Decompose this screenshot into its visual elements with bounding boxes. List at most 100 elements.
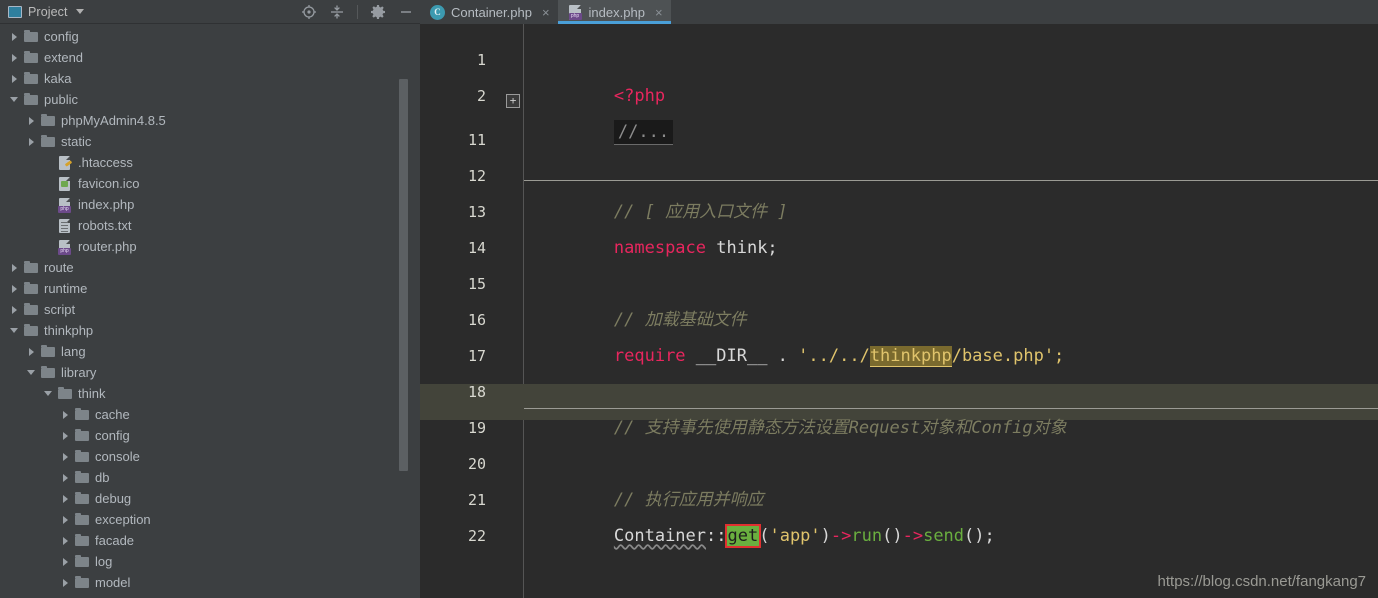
tree-item-index-php[interactable]: phpindex.php	[0, 194, 420, 215]
locate-target-icon[interactable]	[301, 4, 317, 20]
chevron-right-icon[interactable]	[59, 408, 72, 421]
tree-item-favicon-ico[interactable]: favicon.ico	[0, 173, 420, 194]
editor-tab-index-php[interactable]: phpindex.php×	[558, 0, 671, 24]
tree-spacer	[42, 198, 55, 211]
chevron-right-icon[interactable]	[59, 534, 72, 547]
code-line-2[interactable]: //...	[532, 78, 1378, 114]
code-line-15[interactable]: // 加载基础文件	[532, 266, 1378, 302]
tree-item-label: favicon.ico	[78, 176, 139, 191]
chevron-right-icon[interactable]	[59, 429, 72, 442]
chevron-right-icon[interactable]	[59, 576, 72, 589]
tree-item-kaka[interactable]: kaka	[0, 68, 420, 89]
project-title-group[interactable]: Project	[8, 5, 84, 19]
tree-item-debug[interactable]: debug	[0, 488, 420, 509]
tree-item-db[interactable]: db	[0, 467, 420, 488]
tree-item-think[interactable]: think	[0, 383, 420, 404]
tree-item-lang[interactable]: lang	[0, 341, 420, 362]
chevron-right-icon[interactable]	[59, 471, 72, 484]
project-file-tree[interactable]: configextendkakapublicphpMyAdmin4.8.5sta…	[0, 24, 420, 598]
tree-item-facade[interactable]: facade	[0, 530, 420, 551]
collapse-all-icon[interactable]	[329, 4, 345, 20]
tree-item-model[interactable]: model	[0, 572, 420, 593]
line-number: 18	[420, 374, 486, 410]
tree-item-library[interactable]: library	[0, 362, 420, 383]
code-line-20[interactable]: // 执行应用并响应	[532, 446, 1378, 482]
close-icon[interactable]: ×	[542, 5, 550, 20]
tree-item-route[interactable]: route	[0, 257, 420, 278]
chevron-right-icon[interactable]	[59, 450, 72, 463]
tree-spacer	[42, 240, 55, 253]
tree-item-config[interactable]: config	[0, 425, 420, 446]
tree-item-label: library	[61, 365, 96, 380]
chevron-right-icon[interactable]	[25, 345, 38, 358]
editor-tab-container-php[interactable]: CContainer.php×	[420, 0, 558, 24]
chevron-down-icon[interactable]	[8, 324, 21, 337]
close-icon[interactable]: ×	[655, 5, 663, 20]
gear-icon[interactable]	[370, 4, 386, 20]
tree-item-label: exception	[95, 512, 151, 527]
chevron-down-icon[interactable]	[8, 93, 21, 106]
tree-item-runtime[interactable]: runtime	[0, 278, 420, 299]
chevron-right-icon[interactable]	[8, 51, 21, 64]
toolbar-divider	[357, 5, 358, 19]
code-fold-strip[interactable]	[504, 24, 524, 598]
tree-item-phpmyadmin4-8-5[interactable]: phpMyAdmin4.8.5	[0, 110, 420, 131]
chevron-right-icon[interactable]	[8, 261, 21, 274]
chevron-right-icon[interactable]	[25, 135, 38, 148]
chevron-right-icon[interactable]	[8, 282, 21, 295]
tree-item-config[interactable]: config	[0, 26, 420, 47]
path-string-prefix: '../../	[798, 346, 870, 366]
highlighted-occurrence[interactable]: thinkphp	[870, 346, 952, 367]
chevron-right-icon[interactable]	[8, 72, 21, 85]
chevron-right-icon[interactable]	[59, 555, 72, 568]
tree-item-console[interactable]: console	[0, 446, 420, 467]
tree-item-extend[interactable]: extend	[0, 47, 420, 68]
project-panel: Project	[0, 0, 420, 598]
get-method-call[interactable]: get	[727, 526, 760, 546]
tree-item-public[interactable]: public	[0, 89, 420, 110]
minimize-icon[interactable]	[398, 4, 414, 20]
sidebar-scrollbar-thumb[interactable]	[399, 79, 408, 471]
tree-item--htaccess[interactable]: .htaccess	[0, 152, 420, 173]
tree-item-router-php[interactable]: phprouter.php	[0, 236, 420, 257]
folded-comment[interactable]: //...	[614, 120, 673, 145]
tree-item-thinkphp[interactable]: thinkphp	[0, 320, 420, 341]
chevron-right-icon[interactable]	[8, 303, 21, 316]
run-method-call[interactable]: run	[851, 526, 882, 546]
chevron-down-icon[interactable]	[25, 366, 38, 379]
code-editor[interactable]: 1 2 11 12 13 14 15 16 17 18 19 20 21 22 …	[420, 24, 1378, 598]
tree-item-static[interactable]: static	[0, 131, 420, 152]
container-class-reference[interactable]: Container	[614, 526, 706, 546]
chevron-right-icon[interactable]	[25, 114, 38, 127]
tree-item-script[interactable]: script	[0, 299, 420, 320]
chevron-right-icon[interactable]	[59, 492, 72, 505]
chevron-right-icon[interactable]	[8, 30, 21, 43]
dir-magic-constant: __DIR__	[686, 346, 778, 366]
tree-item-robots-txt[interactable]: robots.txt	[0, 215, 420, 236]
tree-item-log[interactable]: log	[0, 551, 420, 572]
code-line-18[interactable]: // 支持事先使用静态方法设置Request对象和Config对象	[532, 374, 1378, 410]
code-line-13[interactable]: namespace think;	[532, 194, 1378, 230]
line-number: 22	[420, 518, 486, 554]
code-line-1[interactable]: <?php	[532, 42, 1378, 78]
sidebar-scrollbar-track[interactable]	[405, 24, 414, 598]
code-line-12[interactable]: // [ 应用入口文件 ]	[532, 158, 1378, 194]
chevron-down-icon[interactable]	[76, 9, 84, 14]
send-method-call[interactable]: send	[923, 526, 964, 546]
panel-title: Project	[28, 5, 68, 19]
text-file-icon	[57, 218, 73, 234]
tree-item-exception[interactable]: exception	[0, 509, 420, 530]
folder-icon	[74, 575, 90, 591]
code-line-21[interactable]: Container::get('app')->run()->send();	[532, 482, 1378, 518]
chevron-down-icon[interactable]	[42, 387, 55, 400]
folder-icon	[74, 512, 90, 528]
project-panel-header: Project	[0, 0, 420, 24]
editor-tabbar[interactable]: CContainer.php×phpindex.php×	[420, 0, 1378, 24]
tree-item-label: lang	[61, 344, 86, 359]
tree-item-label: runtime	[44, 281, 87, 296]
chevron-right-icon[interactable]	[59, 513, 72, 526]
tree-item-label: think	[78, 386, 105, 401]
code-line-16[interactable]: require __DIR__ . '../../thinkphp/base.p…	[532, 302, 1378, 338]
fold-expand-button[interactable]: +	[506, 94, 520, 108]
tree-item-cache[interactable]: cache	[0, 404, 420, 425]
